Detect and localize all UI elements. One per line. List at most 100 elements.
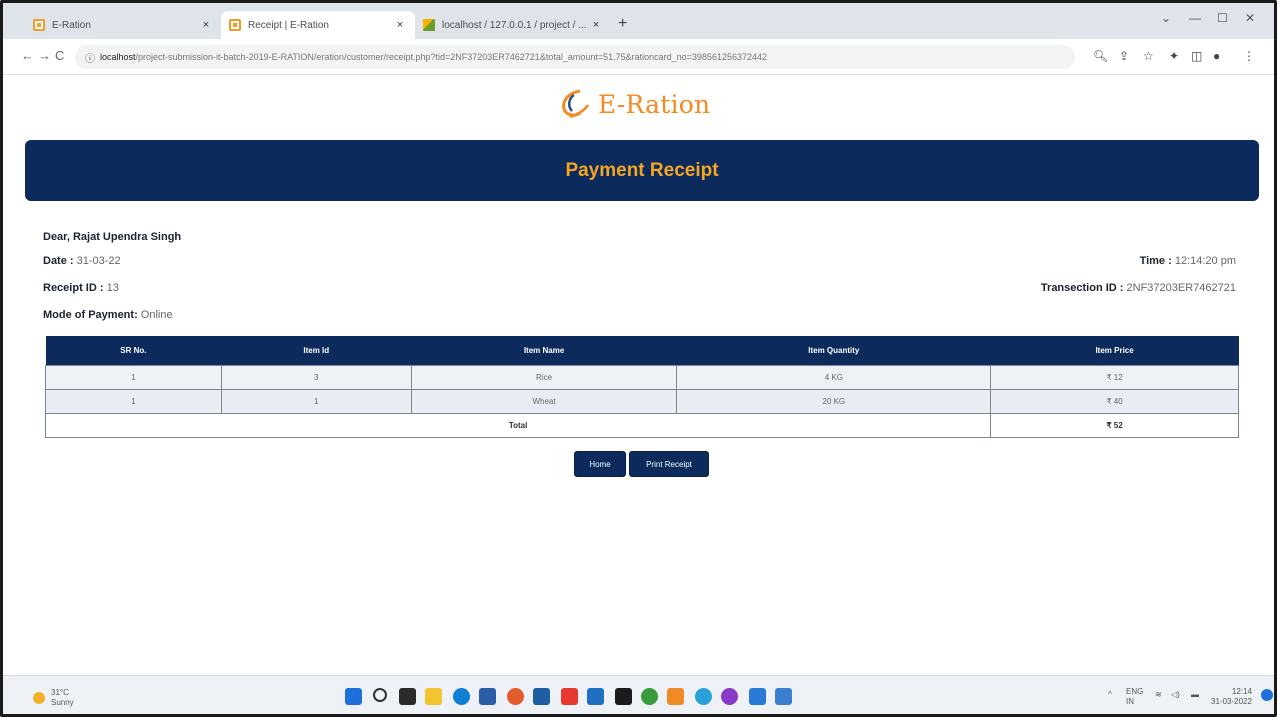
tab-eration[interactable]: E-Ration × [25, 11, 221, 39]
region-code: IN [1126, 697, 1134, 706]
edge-icon[interactable] [453, 688, 470, 705]
chrome-icon[interactable] [695, 688, 712, 705]
zoom-icon[interactable]: 🔍︎ [1093, 49, 1108, 63]
battery-icon[interactable]: ▬ [1191, 690, 1199, 700]
table-cell: Wheat [410, 388, 678, 414]
brand-name: E-Ration [598, 89, 711, 119]
table-header-row: SR No. Item Id Item Name Item Quantity I… [45, 336, 1239, 365]
clock[interactable]: 12:14 31-03-2022 [1211, 687, 1252, 707]
table-cell: Rice [410, 364, 678, 390]
notification-icon[interactable] [1261, 689, 1273, 701]
forward-button[interactable]: → [38, 48, 51, 63]
transaction-id-field: Transection ID : 2NF37203ER7462721 [1041, 282, 1236, 294]
search-icon[interactable] [373, 688, 387, 702]
column-header: SR No. [45, 336, 222, 365]
home-button[interactable]: Home [574, 451, 626, 477]
clock-time: 12:14 [1231, 687, 1252, 696]
eration-logo-icon [562, 89, 590, 119]
close-window-button[interactable]: ✕ [1245, 11, 1255, 25]
print-receipt-button[interactable]: Print Receipt [629, 451, 709, 477]
app-green-icon[interactable] [641, 688, 658, 705]
page-title: Payment Receipt [565, 159, 719, 181]
greeting: Dear, Rajat Upendra Singh [43, 231, 181, 243]
share-icon[interactable]: ⇪ [1119, 49, 1129, 63]
table-cell: ₹ 12 [990, 364, 1239, 390]
table-cell: 1 [45, 388, 222, 414]
office-icon[interactable] [561, 688, 578, 705]
tab-close-icon[interactable]: × [199, 19, 213, 31]
tab-receipt[interactable]: Receipt | E-Ration × [221, 11, 415, 39]
tab-phpmyadmin[interactable]: localhost / 127.0.0.1 / project / ... × [415, 11, 611, 39]
language-code: ENG [1126, 687, 1144, 696]
weather-widget[interactable]: 31°C Sunny [33, 688, 74, 708]
phpmyadmin-favicon-icon [423, 19, 435, 31]
site-info-icon[interactable]: ⓘ [85, 50, 95, 65]
wifi-icon[interactable]: ≋ [1155, 690, 1162, 700]
xampp-icon[interactable] [667, 688, 684, 705]
total-value: ₹ 52 [990, 412, 1239, 438]
receipt-banner: Payment Receipt [25, 140, 1259, 201]
tray-overflow-icon[interactable]: ^ [1108, 690, 1112, 700]
tab-close-icon[interactable]: × [393, 19, 407, 31]
tab-bar: E-Ration × Receipt | E-Ration × localhos… [3, 3, 1274, 39]
file-explorer-icon[interactable] [425, 688, 442, 705]
transaction-id-label: Transection ID : [1040, 282, 1124, 294]
date-label: Date : [43, 255, 74, 267]
side-panel-icon[interactable]: ◫ [1191, 49, 1202, 63]
receipt-id-label: Receipt ID : [43, 282, 104, 294]
menu-icon[interactable]: ⋮ [1243, 49, 1255, 63]
language-indicator[interactable]: ENG IN [1126, 687, 1143, 707]
table-row: 1 1 Wheat 20 KG ₹ 40 [45, 388, 1239, 414]
receipt-id-field: Receipt ID : 13 [43, 282, 119, 294]
app-purple-icon[interactable] [721, 688, 738, 705]
outlook-icon[interactable] [775, 688, 792, 705]
volume-icon[interactable]: ◁) [1171, 690, 1180, 700]
column-header: Item Quantity [676, 336, 991, 365]
address-bar[interactable]: ⓘ localhost /project-submission-it-batch… [75, 45, 1075, 69]
clock-date: 31-03-2022 [1211, 697, 1252, 706]
windows-taskbar: 31°C Sunny ^ ENG IN ≋ ◁) ▬ 12:14 31-03-2… [3, 675, 1274, 714]
eration-favicon-icon [229, 19, 241, 31]
reload-button[interactable]: C [55, 48, 64, 63]
vscode-icon[interactable] [749, 688, 766, 705]
browser-window: E-Ration × Receipt | E-Ration × localhos… [0, 0, 1277, 717]
table-cell: 1 [220, 388, 412, 414]
app-icon[interactable] [587, 688, 604, 705]
profile-avatar-icon[interactable]: ● [1213, 49, 1220, 63]
weather-temp: 31°C [51, 688, 69, 697]
bookmark-star-icon[interactable]: ☆ [1143, 49, 1154, 63]
chrome-canary-icon[interactable] [507, 688, 524, 705]
column-header: Item Id [221, 336, 412, 365]
back-button[interactable]: ← [21, 48, 34, 63]
sun-icon [33, 692, 45, 704]
brand-logo[interactable]: E-Ration [558, 87, 710, 121]
maximize-button[interactable]: ☐ [1217, 11, 1228, 25]
tab-search-icon[interactable]: ⌄ [1161, 11, 1171, 25]
column-header: Item Price [990, 336, 1239, 365]
date-field: Date : 31-03-22 [43, 255, 121, 267]
terminal-icon[interactable] [615, 688, 632, 705]
weather-desc: Sunny [51, 698, 74, 707]
minimize-button[interactable]: — [1189, 11, 1201, 25]
transaction-id-value: 2NF37203ER7462721 [1126, 282, 1236, 294]
url-host: localhost [100, 52, 136, 62]
table-row: 1 3 Rice 4 KG ₹ 12 [45, 364, 1239, 390]
new-tab-button[interactable]: + [618, 15, 627, 33]
date-value: 31-03-22 [76, 255, 121, 267]
extensions-icon[interactable]: ✦ [1169, 49, 1179, 63]
tab-close-icon[interactable]: × [589, 19, 603, 31]
receipt-id-value: 13 [106, 282, 119, 294]
time-field: Time : 12:14:20 pm [1140, 255, 1236, 267]
mail-icon[interactable] [533, 688, 550, 705]
time-label: Time : [1139, 255, 1172, 267]
total-label: Total [44, 412, 992, 438]
table-cell: 20 KG [676, 388, 992, 414]
table-cell: 4 KG [676, 364, 992, 390]
task-view-icon[interactable] [399, 688, 416, 705]
total-row: Total ₹ 52 [44, 412, 1239, 438]
payment-mode-value: Online [140, 309, 173, 321]
store-icon[interactable] [479, 688, 496, 705]
column-header: Item Name [411, 336, 677, 365]
start-windows-icon[interactable] [345, 688, 362, 705]
tab-label: localhost / 127.0.0.1 / project / ... [442, 19, 587, 31]
